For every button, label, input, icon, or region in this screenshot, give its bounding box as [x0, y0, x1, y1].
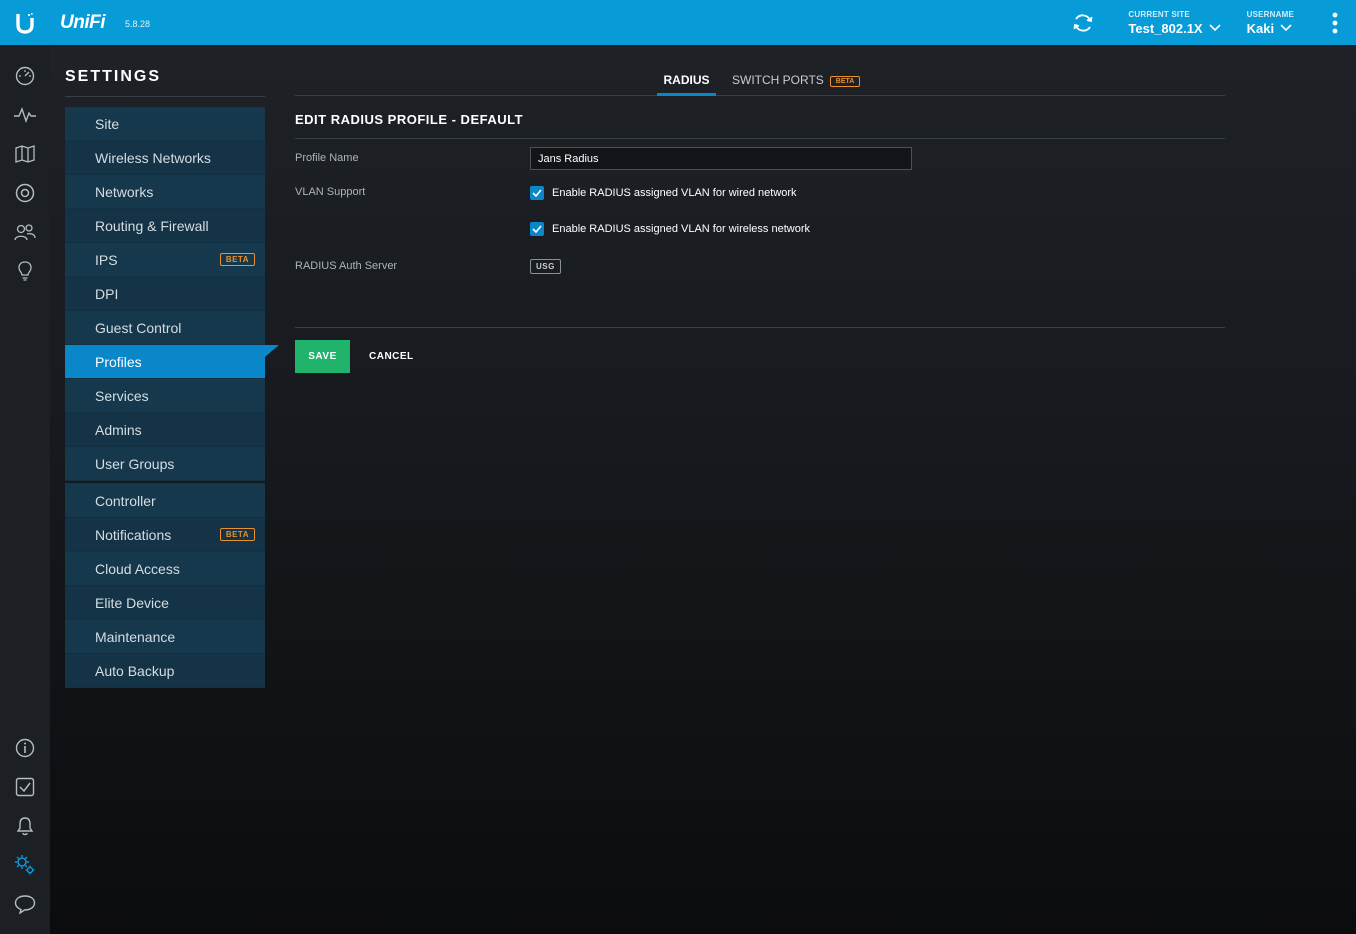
menu-item-label: IPS [95, 251, 118, 268]
profile-name-label: Profile Name [295, 152, 359, 164]
vlan-wired-checkbox[interactable]: Enable RADIUS assigned VLAN for wired ne… [530, 186, 797, 200]
map-icon[interactable] [12, 141, 38, 167]
profile-name-input[interactable] [530, 147, 912, 170]
ubiquiti-logo-icon[interactable] [0, 0, 50, 45]
tab-bar: RADIUS SWITCH PORTS BETA [295, 68, 1225, 96]
save-button[interactable]: SAVE [295, 340, 350, 373]
brand-name: UniFi [60, 11, 106, 33]
nav-rail [0, 45, 50, 934]
menu-item-label: Controller [95, 492, 156, 509]
insights-icon[interactable] [12, 258, 38, 284]
current-site-value: Test_802.1X [1128, 20, 1203, 36]
menu-item-networks[interactable]: Networks [65, 175, 265, 209]
tab-radius[interactable]: RADIUS [657, 73, 716, 96]
current-site-selector[interactable]: CURRENT SITE Test_802.1X [1128, 9, 1221, 36]
divider [65, 96, 265, 97]
settings-title: SETTINGS [65, 68, 162, 85]
divider [295, 327, 1225, 328]
username-selector[interactable]: USERNAME Kaki [1247, 10, 1294, 36]
beta-badge: BETA [219, 253, 255, 266]
menu-item-controller[interactable]: Controller [65, 484, 265, 518]
menu-item-label: Networks [95, 183, 154, 200]
vlan-support-label: VLAN Support [295, 186, 366, 198]
menu-item-label: Cloud Access [95, 560, 180, 577]
menu-item-notifications[interactable]: Notifications BETA [65, 518, 265, 552]
menu-item-label: User Groups [95, 455, 175, 472]
version-label: 5.8.28 [125, 18, 151, 29]
vlan-wired-label: Enable RADIUS assigned VLAN for wired ne… [552, 187, 797, 199]
menu-group-site: Site Wireless Networks Networks Routing & F… [65, 107, 279, 481]
menu-item-auto-backup[interactable]: Auto Backup [65, 654, 265, 688]
info-icon[interactable] [12, 735, 38, 761]
menu-item-dpi[interactable]: DPI [65, 277, 265, 311]
cancel-button[interactable]: CANCEL [360, 340, 423, 373]
events-icon[interactable] [12, 774, 38, 800]
menu-item-elite-device[interactable]: Elite Device [65, 586, 265, 620]
username-value: Kaki [1246, 20, 1275, 36]
username-caption: USERNAME [1246, 9, 1294, 19]
menu-item-user-groups[interactable]: User Groups [65, 447, 265, 481]
auth-server-label: RADIUS Auth Server [295, 260, 398, 272]
usg-badge: USG [530, 259, 561, 274]
chevron-down-icon [1209, 24, 1221, 32]
menu-item-label: Services [95, 387, 149, 404]
devices-icon[interactable] [12, 180, 38, 206]
refresh-icon[interactable] [1068, 8, 1098, 38]
beta-badge: BETA [219, 528, 255, 541]
chat-icon[interactable] [12, 891, 38, 917]
menu-item-label: Notifications [95, 526, 172, 543]
menu-item-wireless-networks[interactable]: Wireless Networks [65, 141, 265, 175]
menu-group-controller: Controller Notifications BETA Cloud Access E… [65, 483, 265, 688]
checkmark-icon [530, 222, 544, 236]
menu-item-guest-control[interactable]: Guest Control [65, 311, 265, 345]
menu-item-label: Site [95, 115, 120, 132]
main-area: SETTINGS Site Wireless Networks Networks Ro… [50, 45, 1356, 934]
menu-item-label: Auto Backup [95, 662, 175, 679]
form-title: EDIT RADIUS PROFILE - DEFAULT [295, 112, 524, 127]
clients-icon[interactable] [12, 219, 38, 245]
menu-item-ips[interactable]: IPS BETA [65, 243, 265, 277]
checkmark-icon [530, 186, 544, 200]
current-site-caption: CURRENT SITE [1128, 9, 1190, 19]
menu-item-cloud-access[interactable]: Cloud Access [65, 552, 265, 586]
menu-item-label: Wireless Networks [95, 149, 211, 166]
menu-item-label: Admins [95, 421, 142, 438]
statistics-icon[interactable] [12, 102, 38, 128]
chevron-down-icon [1280, 24, 1292, 32]
menu-item-label: Guest Control [95, 319, 182, 336]
dashboard-icon[interactable] [12, 63, 38, 89]
alerts-icon[interactable] [12, 813, 38, 839]
menu-item-admins[interactable]: Admins [65, 413, 265, 447]
beta-badge: BETA [829, 76, 861, 87]
vlan-wireless-checkbox[interactable]: Enable RADIUS assigned VLAN for wireless… [530, 222, 810, 236]
vlan-wireless-label: Enable RADIUS assigned VLAN for wireless… [552, 223, 811, 235]
menu-item-label: DPI [95, 285, 119, 302]
top-bar: UniFi 5.8.28 CURRENT SITE Test_802.1X US… [0, 0, 1356, 45]
menu-item-routing-firewall[interactable]: Routing & Firewall [65, 209, 265, 243]
menu-item-profiles[interactable]: Profiles [65, 345, 279, 379]
settings-icon[interactable] [12, 852, 38, 878]
menu-item-label: Routing & Firewall [95, 217, 209, 234]
menu-item-label: Elite Device [95, 594, 169, 611]
divider [295, 138, 1225, 139]
menu-item-services[interactable]: Services [65, 379, 265, 413]
menu-item-site[interactable]: Site [65, 107, 265, 141]
menu-item-label: Profiles [95, 353, 142, 370]
settings-menu: Site Wireless Networks Networks Routing & F… [65, 107, 279, 688]
menu-item-maintenance[interactable]: Maintenance [65, 620, 265, 654]
menu-item-label: Maintenance [95, 628, 176, 645]
tab-switch-ports[interactable]: SWITCH PORTS BETA [732, 73, 861, 96]
more-menu-icon[interactable] [1320, 0, 1350, 45]
